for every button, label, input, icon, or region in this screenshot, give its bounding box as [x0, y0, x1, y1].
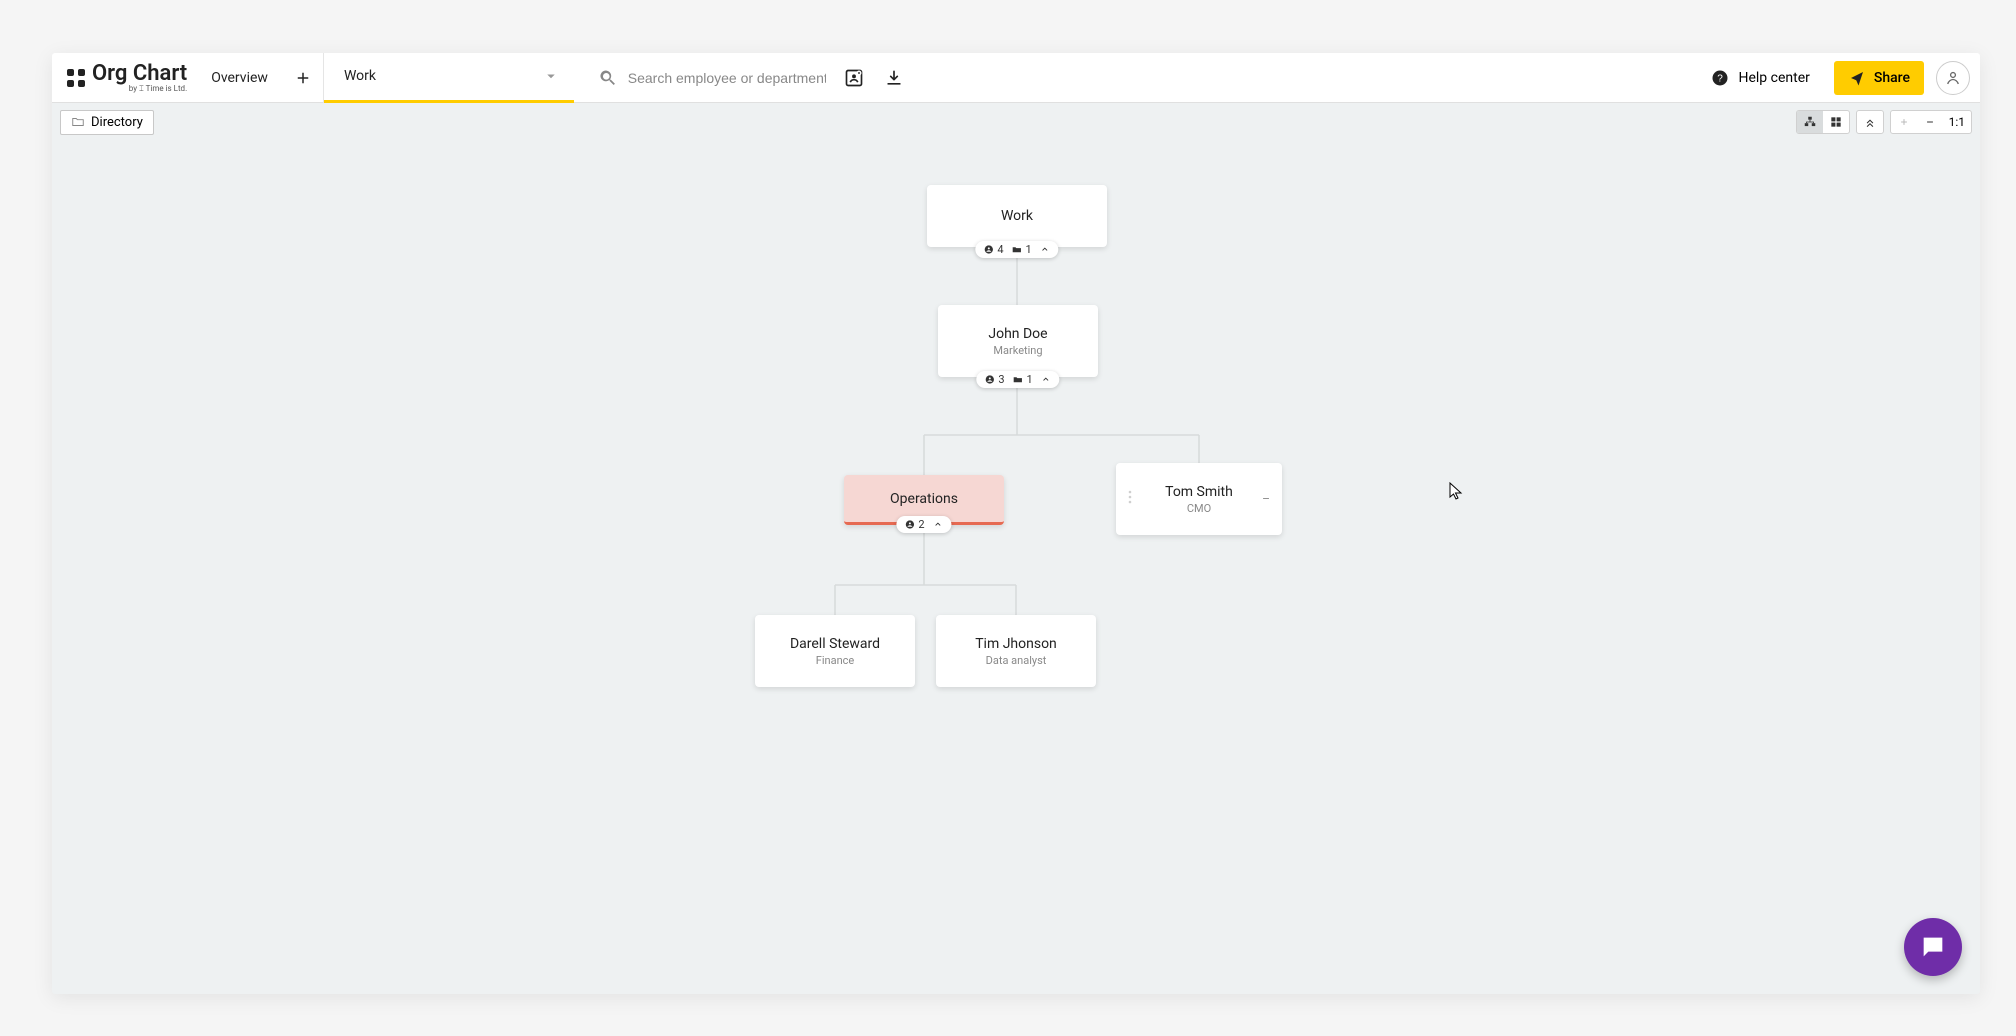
- chart-canvas[interactable]: Work 4 1 John Doe Marketing 3 1 Operat: [52, 135, 1980, 994]
- node-darell-subtitle: Finance: [816, 654, 854, 667]
- mouse-cursor: [1449, 482, 1463, 500]
- node-work-people: 4: [997, 243, 1003, 256]
- brand-tagline: by ⌶ Time is Ltd.: [92, 85, 187, 93]
- view-mode-group: [1796, 110, 1850, 134]
- node-operations-pill[interactable]: 2: [896, 516, 951, 533]
- node-tom[interactable]: Tom Smith CMO –: [1116, 463, 1282, 535]
- node-work[interactable]: Work 4 1: [927, 185, 1107, 247]
- zoom-out-button[interactable]: [1917, 111, 1943, 133]
- node-john[interactable]: John Doe Marketing 3 1: [938, 305, 1098, 377]
- node-tim[interactable]: Tim Jhonson Data analyst: [936, 615, 1096, 687]
- add-button[interactable]: [284, 53, 324, 103]
- node-operations[interactable]: Operations 2: [844, 475, 1004, 525]
- person-icon: [983, 244, 994, 255]
- help-center-link[interactable]: ? Help center: [1698, 68, 1821, 88]
- node-work-title: Work: [1001, 208, 1033, 224]
- workspace-dropdown-value: Work: [344, 68, 376, 84]
- brand-logo[interactable]: Org Chart by ⌶ Time is Ltd.: [62, 63, 195, 93]
- node-operations-title: Operations: [890, 491, 958, 507]
- node-tim-title: Tim Jhonson: [975, 636, 1057, 652]
- node-tom-subtitle: CMO: [1187, 502, 1211, 515]
- node-john-depts: 1: [1027, 373, 1033, 386]
- node-john-pill[interactable]: 3 1: [976, 371, 1059, 388]
- tree-icon: [1803, 115, 1817, 129]
- add-person-icon: [844, 68, 864, 88]
- plus-icon: [294, 69, 312, 87]
- search-icon: [598, 68, 618, 88]
- share-icon: [1848, 69, 1866, 87]
- logo-text: Org Chart by ⌶ Time is Ltd.: [92, 63, 187, 93]
- logo-icon: [66, 68, 86, 88]
- folder-small-icon: [1012, 244, 1023, 255]
- share-label: Share: [1874, 70, 1910, 86]
- chevron-down-icon: [542, 67, 560, 85]
- collapse-all-button[interactable]: [1857, 111, 1883, 133]
- chevron-up-icon: [933, 519, 944, 530]
- drag-handle-icon[interactable]: [1126, 489, 1134, 509]
- help-center-label: Help center: [1738, 70, 1809, 86]
- view-grid-button[interactable]: [1823, 111, 1849, 133]
- node-darell-title: Darell Steward: [790, 636, 880, 652]
- user-icon: [1944, 69, 1962, 87]
- help-icon: ?: [1710, 68, 1730, 88]
- node-operations-people: 2: [918, 518, 924, 531]
- download-icon: [884, 68, 904, 88]
- search-block: [574, 68, 834, 88]
- download-button[interactable]: [874, 58, 914, 98]
- account-button[interactable]: [1936, 61, 1970, 95]
- connectors: [52, 135, 1980, 994]
- node-john-title: John Doe: [988, 326, 1047, 342]
- view-controls: 1:1: [1796, 110, 1972, 134]
- node-tim-subtitle: Data analyst: [986, 654, 1047, 667]
- zoom-in-button[interactable]: [1891, 111, 1917, 133]
- add-person-button[interactable]: [834, 58, 874, 98]
- nav-overview[interactable]: Overview: [195, 53, 284, 103]
- nav-overview-label: Overview: [211, 70, 268, 86]
- chevron-up-icon: [1040, 244, 1051, 255]
- zoom-group: 1:1: [1890, 110, 1972, 134]
- chat-fab[interactable]: [1904, 918, 1962, 976]
- share-button[interactable]: Share: [1834, 61, 1924, 95]
- grid-icon: [1829, 115, 1843, 129]
- topbar: Org Chart by ⌶ Time is Ltd. Overview Wor…: [52, 53, 1980, 103]
- folder-small-icon: [1013, 374, 1024, 385]
- collapse-group: [1856, 110, 1884, 134]
- node-tom-collapse[interactable]: –: [1262, 492, 1270, 506]
- app-window: Org Chart by ⌶ Time is Ltd. Overview Wor…: [52, 53, 1980, 994]
- node-work-depts: 1: [1026, 243, 1032, 256]
- person-icon: [904, 519, 915, 530]
- zoom-level: 1:1: [1943, 111, 1971, 133]
- chevrons-up-icon: [1863, 115, 1877, 129]
- brand-name: Org Chart: [92, 63, 187, 85]
- minus-small-icon: [1923, 115, 1937, 129]
- node-tom-title: Tom Smith: [1165, 484, 1233, 500]
- person-icon: [984, 374, 995, 385]
- workspace-dropdown[interactable]: Work: [324, 53, 574, 103]
- folder-icon: [71, 115, 85, 129]
- node-john-people: 3: [998, 373, 1004, 386]
- subbar: Directory: [52, 103, 1980, 135]
- directory-label: Directory: [91, 115, 143, 130]
- plus-small-icon: [1897, 115, 1911, 129]
- svg-text:?: ?: [1718, 73, 1724, 84]
- search-input[interactable]: [628, 70, 826, 86]
- chevron-up-icon: [1041, 374, 1052, 385]
- directory-button[interactable]: Directory: [60, 110, 154, 135]
- node-john-subtitle: Marketing: [993, 344, 1042, 357]
- view-tree-button[interactable]: [1797, 111, 1823, 133]
- node-darell[interactable]: Darell Steward Finance: [755, 615, 915, 687]
- node-work-pill[interactable]: 4 1: [975, 241, 1058, 258]
- chat-icon: [1919, 933, 1947, 961]
